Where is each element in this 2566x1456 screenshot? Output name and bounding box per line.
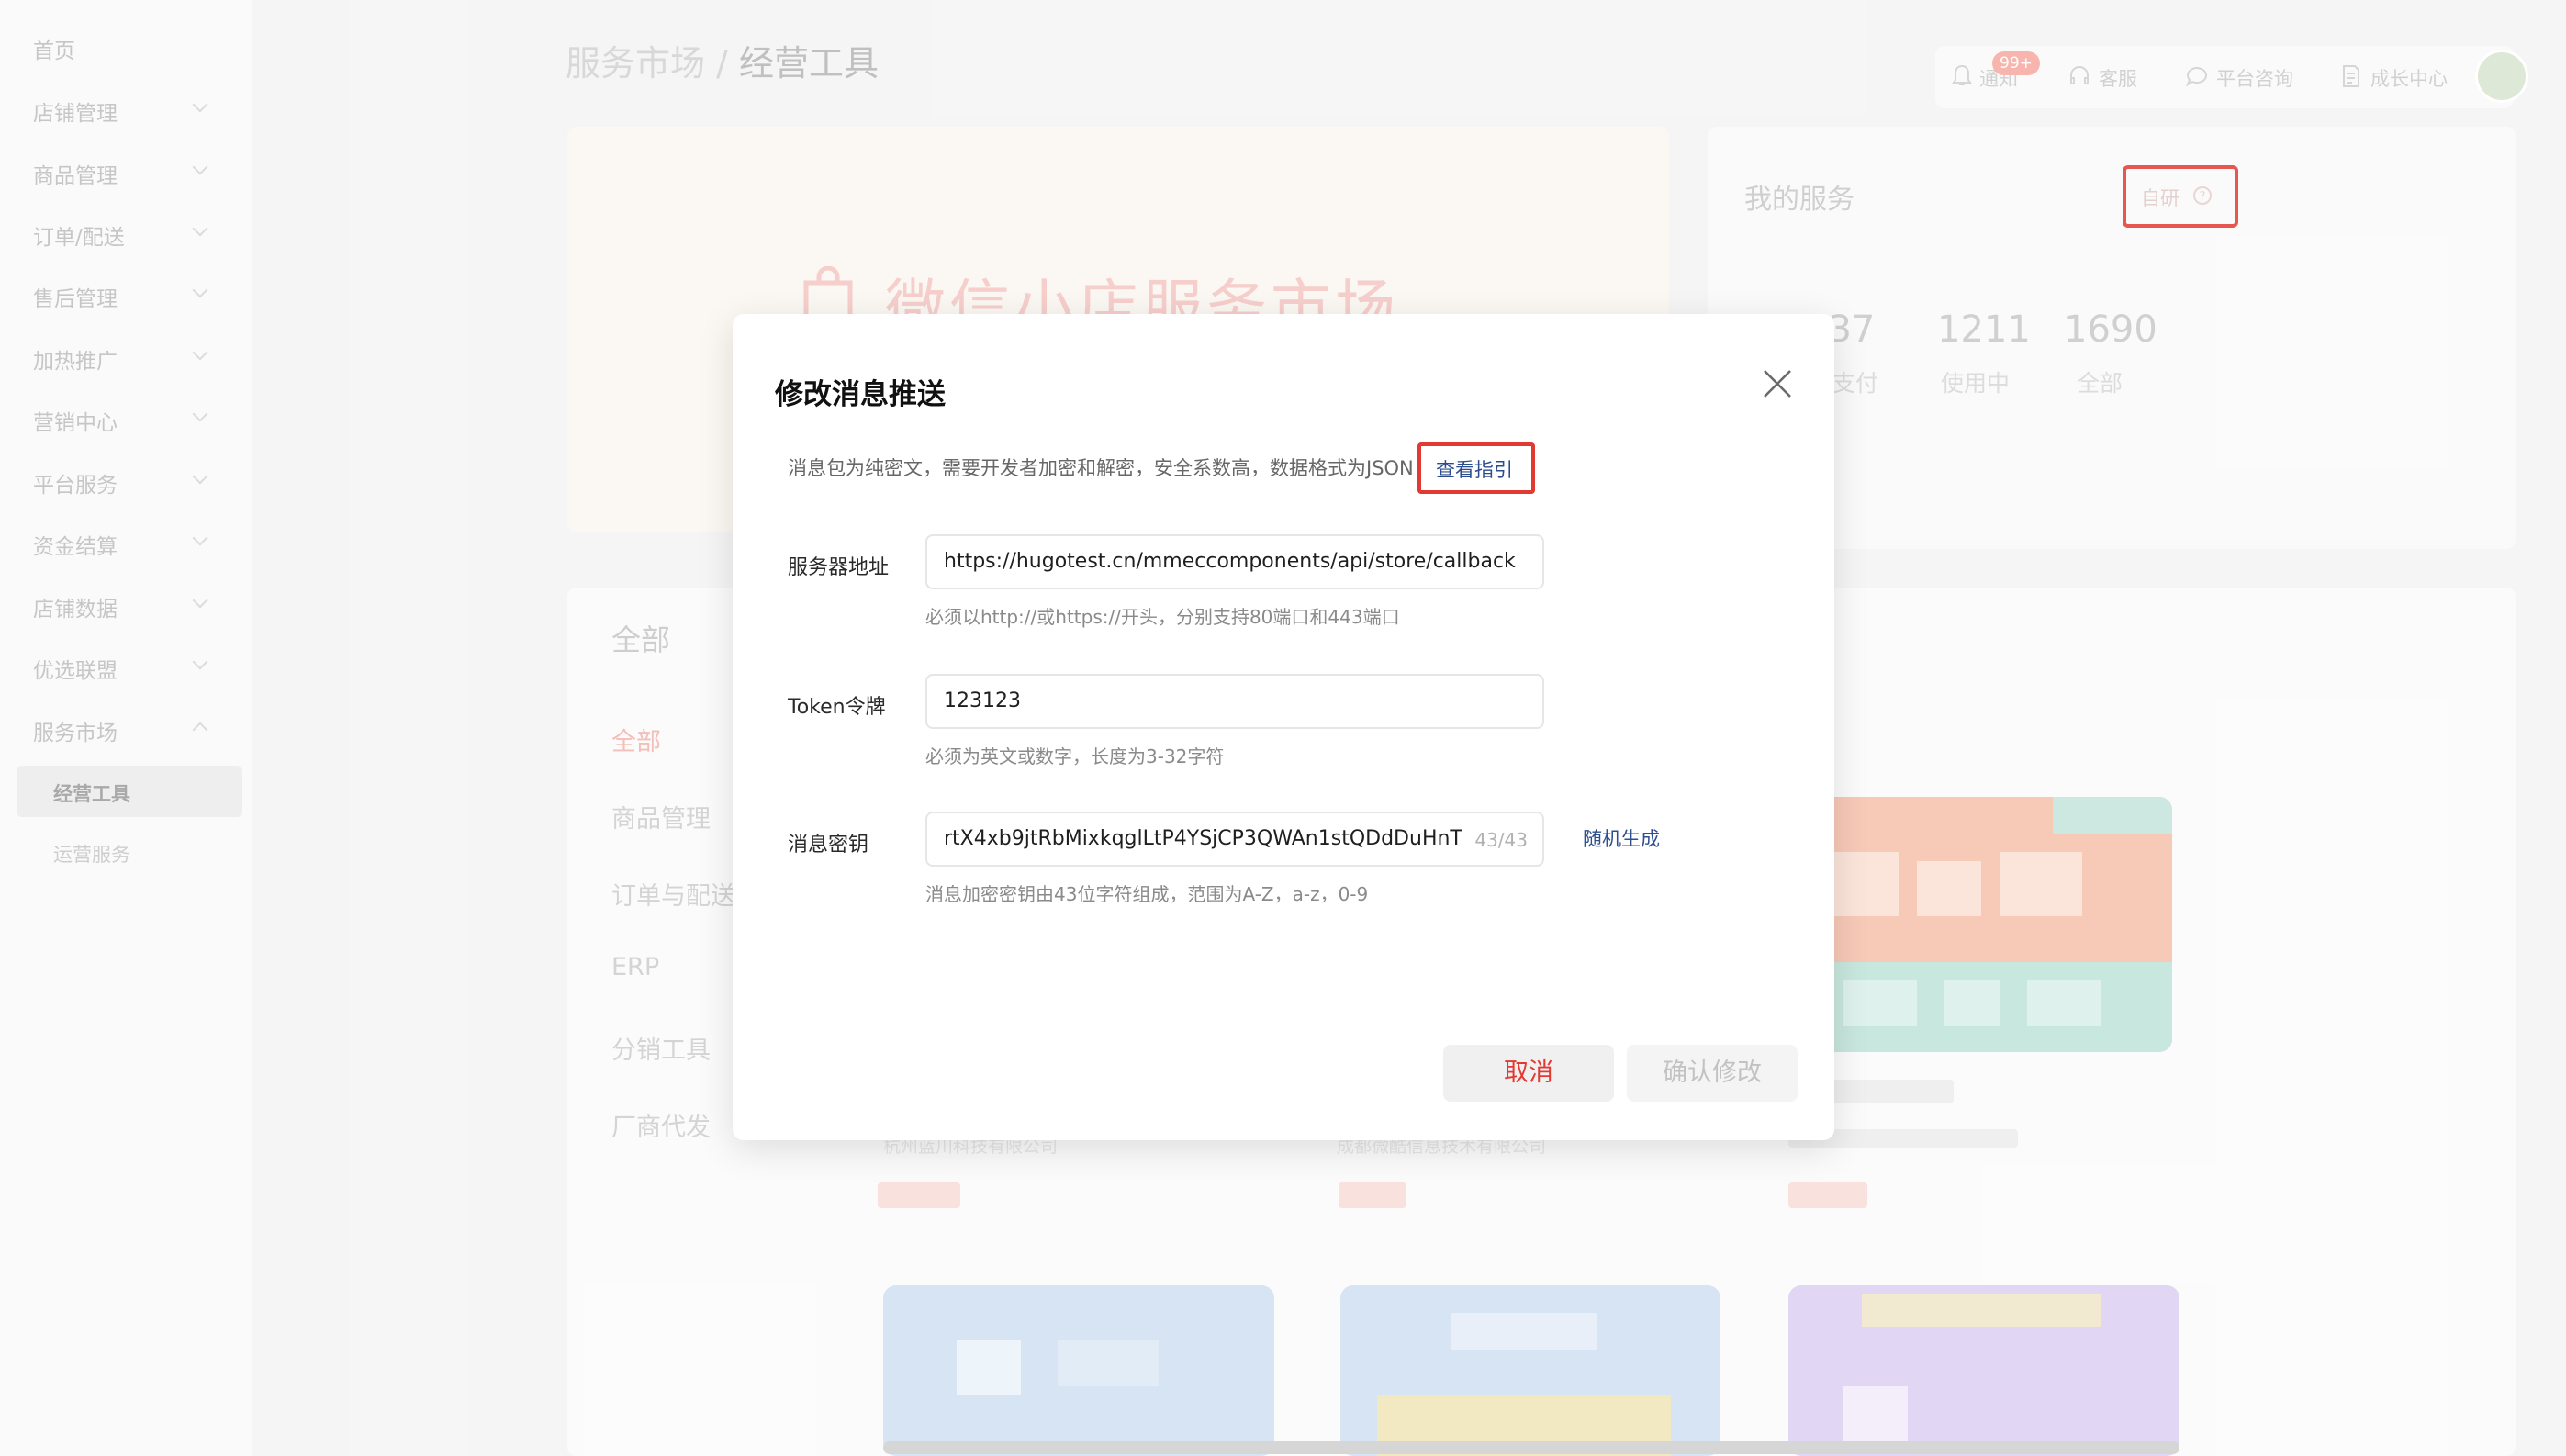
server-url-value: https://hugotest.cn/mmeccomponents/api/s… [944,550,1516,573]
server-url-input[interactable]: https://hugotest.cn/mmeccomponents/api/s… [925,534,1544,589]
token-value: 123123 [944,689,1021,712]
dialog-title: 修改消息推送 [775,378,946,411]
guide-highlight: 查看指引 [1417,442,1535,494]
aes-key-hint: 消息加密密钥由43位字符组成，范围为A-Z，a-z，0-9 [925,883,1369,905]
random-generate-link[interactable]: 随机生成 [1583,824,1660,852]
token-input[interactable]: 123123 [925,674,1544,729]
aes-key-counter: 43/43 [1474,829,1528,851]
aes-key-input[interactable]: rtX4xb9jtRbMixkqglLtP4YSjCP3QWAn1stQDdDu… [925,812,1544,867]
view-guide-link[interactable]: 查看指引 [1436,455,1513,483]
cancel-button[interactable]: 取消 [1443,1045,1614,1102]
token-hint: 必须为英文或数字，长度为3-32字符 [925,745,1225,767]
aes-key-label: 消息密钥 [788,834,869,857]
confirm-edit-button[interactable]: 确认修改 [1627,1045,1798,1102]
token-label: Token令牌 [788,696,886,719]
aes-key-value: rtX4xb9jtRbMixkqglLtP4YSjCP3QWAn1stQDdDu… [944,827,1462,850]
edit-message-push-dialog: 修改消息推送 消息包为纯密文，需要开发者加密和解密，安全系数高，数据格式为JSO… [733,314,1834,1140]
dialog-description: 消息包为纯密文，需要开发者加密和解密，安全系数高，数据格式为JSON [788,457,1414,479]
server-url-hint: 必须以http://或https://开头，分别支持80端口和443端口 [925,606,1400,628]
close-icon[interactable] [1759,365,1796,402]
server-url-label: 服务器地址 [788,556,890,579]
